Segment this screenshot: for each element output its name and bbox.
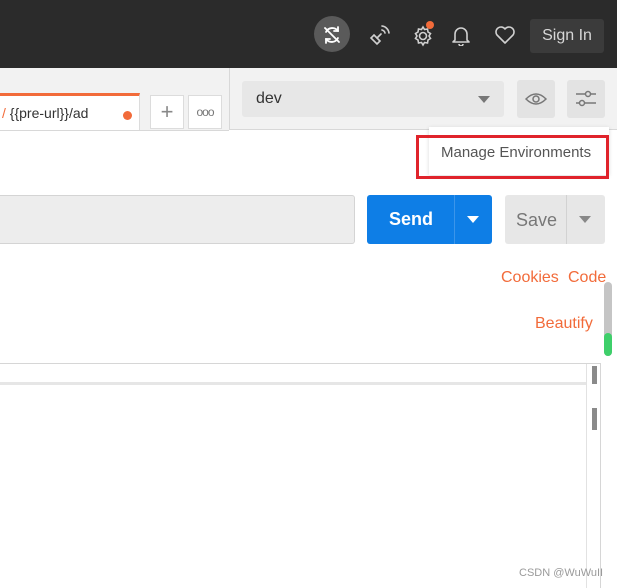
tab-options-button[interactable]: ooo	[188, 95, 222, 129]
editor-header-line	[0, 382, 586, 385]
chevron-down-icon	[478, 96, 490, 103]
editor-scroll-track[interactable]	[586, 364, 600, 588]
sliders-icon	[576, 90, 596, 107]
environment-select[interactable]: dev	[242, 81, 504, 117]
editor-right-border	[600, 363, 601, 588]
cookies-link[interactable]: Cookies	[501, 269, 559, 287]
save-divider	[566, 195, 567, 244]
send-options-chevron-icon[interactable]	[467, 216, 479, 223]
editor-scroll-marker	[592, 366, 597, 384]
save-label: Save	[516, 210, 558, 230]
send-button[interactable]: Send	[367, 195, 492, 244]
send-label: Send	[389, 209, 434, 229]
environment-quick-look-button[interactable]	[517, 80, 555, 118]
request-tab[interactable]: / {{pre-url}}/ad	[0, 93, 140, 130]
bell-icon[interactable]	[444, 18, 478, 52]
save-options-chevron-icon[interactable]	[579, 216, 591, 223]
watermark: CSDN @WuWuII	[519, 567, 604, 579]
environment-select-value: dev	[256, 90, 282, 107]
editor-scroll-marker	[592, 408, 597, 430]
satellite-icon[interactable]	[363, 18, 397, 52]
editor-border	[0, 363, 600, 364]
unsaved-dot	[123, 111, 132, 120]
eye-icon	[525, 93, 547, 105]
beautify-link[interactable]: Beautify	[535, 315, 593, 333]
more-icon: ooo	[196, 105, 214, 119]
save-button[interactable]: Save	[505, 195, 605, 244]
annotation-highlight	[416, 135, 609, 179]
manage-environments-button[interactable]	[567, 80, 605, 118]
send-divider	[454, 195, 455, 244]
new-tab-button[interactable]: +	[150, 95, 184, 129]
heart-icon[interactable]	[488, 18, 522, 52]
plus-icon: +	[160, 99, 174, 124]
scrollbar-thumb[interactable]	[604, 333, 612, 356]
sign-in-button[interactable]: Sign In	[530, 19, 604, 53]
notification-dot	[426, 21, 434, 29]
settings-icon[interactable]	[406, 18, 440, 52]
sync-off-icon[interactable]	[315, 18, 349, 52]
request-tab-label: / {{pre-url}}/ad	[2, 105, 89, 121]
top-bar	[0, 0, 617, 68]
code-link[interactable]: Code	[568, 269, 606, 287]
request-url-input[interactable]	[0, 195, 355, 244]
